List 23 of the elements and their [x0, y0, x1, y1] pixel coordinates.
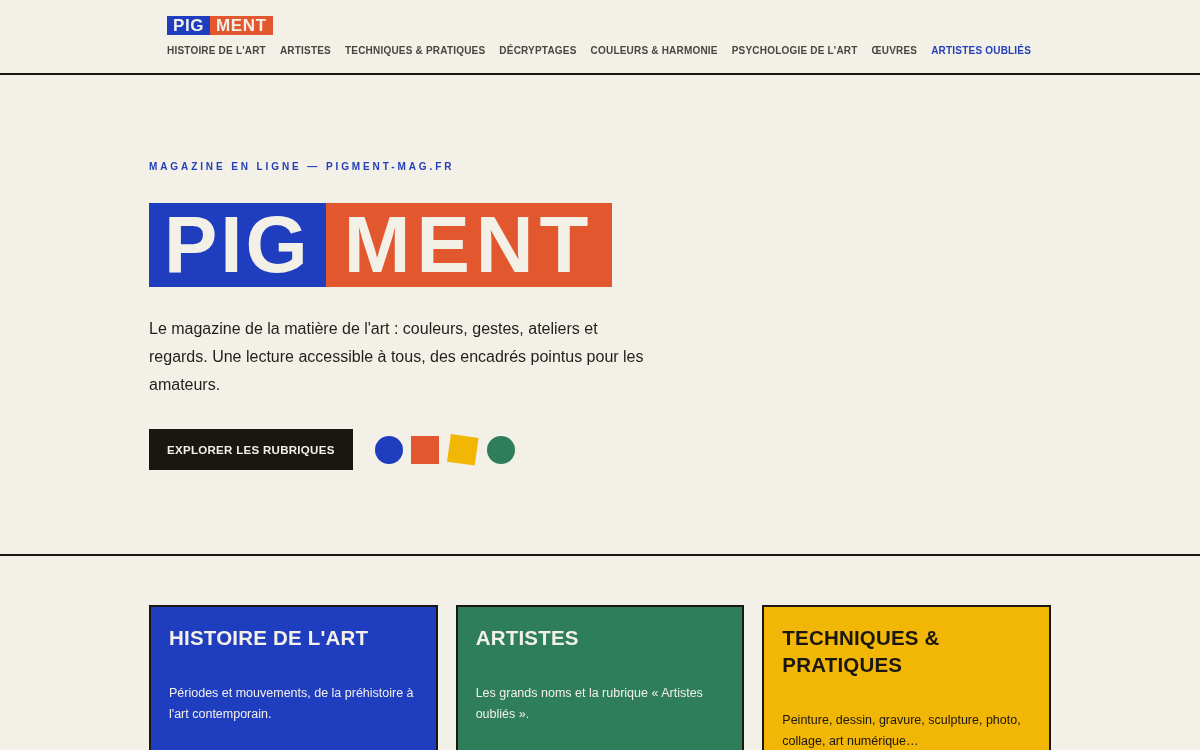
nav-link[interactable]: PSYCHOLOGIE DE L'ART	[731, 44, 858, 58]
nav-link[interactable]: ARTISTES OUBLIÉS	[931, 44, 1032, 58]
logo-word[interactable]: PIG	[167, 16, 211, 35]
section-card[interactable]: ARTISTES Les grands noms et la rubrique « Artistes oubliés ».	[455, 605, 745, 750]
nav-link[interactable]: HISTOIRE DE L'ART	[167, 44, 266, 58]
title-word: PIG	[149, 203, 326, 287]
card-title: TECHNIQUES & PRATIQUES	[782, 625, 941, 678]
eyebrow-text: MAGAZINE EN LIGNE — PIGMENT-MAG.FR	[149, 161, 455, 173]
nav-link[interactable]: DÉCRYPTAGES	[499, 44, 577, 58]
nav-link[interactable]: ARTISTES	[279, 44, 331, 58]
card-title: HISTOIRE DE L'ART	[169, 625, 370, 651]
card-description: Les grands noms et la rubrique « Artistes oubliés ».	[475, 685, 704, 723]
nav-link[interactable]: TECHNIQUES & PRATIQUES	[345, 44, 486, 58]
nav-link[interactable]: ŒUVRES	[871, 44, 918, 58]
explore-button[interactable]: EXPLORER LES RUBRIQUES	[149, 429, 353, 470]
card-description: Peinture, dessin, gravure, sculpture, photo, collage, art numérique…	[782, 712, 1022, 750]
intro-text: Le magazine de la matière de l'art : couleurs, gestes, ateliers et regards. Une lecture accessible à tous, des encadrés pointus pour les amateurs.	[149, 319, 645, 395]
card-title: ARTISTES	[475, 625, 580, 651]
section-card[interactable]: TECHNIQUES & PRATIQUES Peinture, dessin, gravure, sculpture, photo, collage, art numérique…	[762, 605, 1051, 750]
title-word: MENT	[325, 203, 613, 287]
card-description: Périodes et mouvements, de la préhistoire à l'art contemporain.	[169, 685, 415, 723]
nav-link[interactable]: COULEURS & HARMONIE	[590, 44, 718, 58]
section-card[interactable]: HISTOIRE DE L'ART Périodes et mouvements, de la préhistoire à l'art contemporain.	[149, 605, 438, 750]
